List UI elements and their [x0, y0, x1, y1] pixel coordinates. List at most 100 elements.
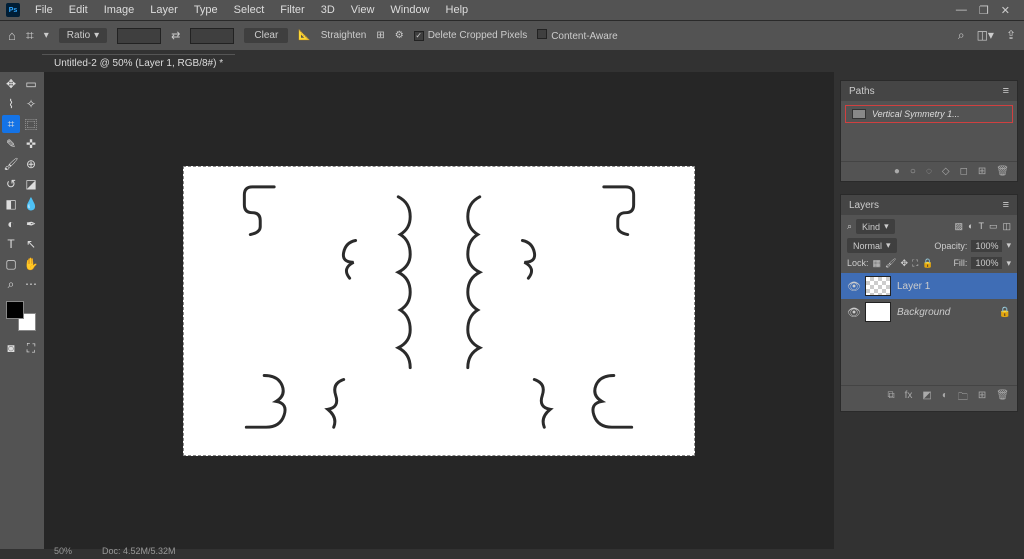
menu-layer[interactable]: Layer [143, 2, 185, 18]
edit-toolbar[interactable]: ⋯ [22, 275, 40, 293]
lock-icon[interactable]: 🔒 [999, 307, 1011, 318]
ratio-dropdown[interactable]: Ratio▾ [59, 28, 107, 43]
menu-select[interactable]: Select [227, 2, 272, 18]
visibility-toggle-icon[interactable]: 👁 [847, 306, 859, 319]
stroke-path-icon[interactable]: ○ [910, 166, 916, 177]
menu-window[interactable]: Window [383, 2, 436, 18]
layers-panel-title[interactable]: Layers [849, 200, 879, 211]
eyedropper-tool[interactable]: ✎ [2, 135, 20, 153]
blend-mode-dropdown[interactable]: Normal▾ [847, 238, 897, 253]
menu-filter[interactable]: Filter [273, 2, 311, 18]
zoom-level[interactable]: 50% [54, 546, 72, 558]
minimize-button[interactable]: — [956, 4, 967, 17]
delete-path-icon[interactable]: 🗑 [996, 166, 1009, 177]
crop-tool-icon[interactable]: ⌗ [26, 27, 34, 44]
hand-tool[interactable]: ✋ [22, 255, 40, 273]
straighten-icon[interactable]: 📐 [298, 30, 310, 41]
quick-mask-tool[interactable]: ◙ [2, 339, 20, 357]
layer-row[interactable]: 👁 Background 🔒 [841, 299, 1017, 325]
maximize-button[interactable]: ❐ [979, 4, 989, 17]
menu-edit[interactable]: Edit [62, 2, 95, 18]
layer-thumbnail[interactable] [865, 302, 891, 322]
load-selection-icon[interactable]: ◌ [926, 166, 932, 177]
marquee-tool[interactable]: ▭ [22, 75, 40, 93]
filter-pixel-icon[interactable]: ▨ [955, 221, 964, 232]
lock-all-icon[interactable]: 🔒 [922, 258, 933, 269]
filter-adjust-icon[interactable]: ◐ [968, 221, 973, 232]
lock-artboard-icon[interactable]: ⛶ [912, 258, 918, 269]
menu-help[interactable]: Help [439, 2, 476, 18]
magic-wand-tool[interactable]: ✧ [22, 95, 40, 113]
menu-3d[interactable]: 3D [314, 2, 342, 18]
menu-image[interactable]: Image [97, 2, 142, 18]
link-layers-icon[interactable]: ⧉ [887, 390, 894, 407]
make-work-path-icon[interactable]: ◇ [942, 166, 950, 177]
adjustment-layer-icon[interactable]: ◐ [942, 390, 948, 407]
lock-position-icon[interactable]: ✥ [900, 258, 908, 269]
menu-view[interactable]: View [344, 2, 382, 18]
filter-smart-icon[interactable]: ◫ [1002, 221, 1011, 232]
close-button[interactable]: ✕ [1001, 4, 1010, 17]
filter-type-icon[interactable]: T [978, 221, 984, 232]
path-select-tool[interactable]: ↖ [22, 235, 40, 253]
content-aware-checkbox[interactable]: Content-Aware [537, 29, 618, 42]
path-item[interactable]: Vertical Symmetry 1... [845, 105, 1013, 123]
zoom-tool[interactable]: ⌕ [2, 275, 20, 293]
overlay-grid-icon[interactable]: ⊞ [376, 30, 384, 41]
add-mask-icon[interactable]: ◻ [960, 166, 968, 177]
clear-button[interactable]: Clear [244, 28, 288, 43]
crop-height-input[interactable] [190, 28, 234, 44]
delete-layer-icon[interactable]: 🗑 [996, 390, 1009, 407]
healing-tool[interactable]: ✜ [22, 135, 40, 153]
crop-width-input[interactable] [117, 28, 161, 44]
menu-file[interactable]: File [28, 2, 60, 18]
layer-kind-dropdown[interactable]: Kind▾ [856, 219, 895, 234]
lock-trans-icon[interactable]: ▦ [873, 258, 882, 269]
new-layer-icon[interactable]: ⊞ [978, 390, 986, 407]
doc-size[interactable]: Doc: 4.52M/5.32M [102, 546, 176, 558]
filter-shape-icon[interactable]: ▭ [989, 221, 998, 232]
fill-path-icon[interactable]: ● [894, 166, 900, 177]
home-icon[interactable]: ⌂ [8, 28, 16, 43]
blur-tool[interactable]: 💧 [22, 195, 40, 213]
fill-value[interactable]: 100% [971, 257, 1002, 269]
foreground-color-swatch[interactable] [6, 301, 24, 319]
menu-type[interactable]: Type [187, 2, 225, 18]
layer-thumbnail[interactable] [865, 276, 891, 296]
layer-name[interactable]: Background [897, 307, 950, 318]
paths-panel-title[interactable]: Paths [849, 86, 875, 97]
swap-dimensions-icon[interactable]: ⇄ [171, 29, 180, 42]
crop-options-icon[interactable]: ⚙ [395, 30, 404, 41]
layer-mask-icon[interactable]: ◩ [922, 390, 931, 407]
crop-tool[interactable]: ⌗ [2, 115, 20, 133]
color-swatches[interactable] [6, 301, 36, 331]
search-icon[interactable]: ⌕ [958, 28, 965, 43]
history-brush-tool[interactable]: ↺ [2, 175, 20, 193]
canvas-area[interactable] [44, 72, 834, 549]
opacity-value[interactable]: 100% [971, 240, 1002, 252]
gradient-tool[interactable]: ◧ [2, 195, 20, 213]
visibility-toggle-icon[interactable]: 👁 [847, 280, 859, 293]
workspace-icon[interactable]: ◫▾ [977, 28, 994, 43]
screen-mode-tool[interactable]: ⛶ [22, 339, 40, 357]
brush-tool[interactable]: 🖌 [2, 155, 20, 173]
layer-row[interactable]: 👁 Layer 1 [841, 273, 1017, 299]
document-tab[interactable]: Untitled-2 @ 50% (Layer 1, RGB/8#) * [42, 54, 235, 72]
lock-paint-icon[interactable]: 🖌 [885, 258, 896, 269]
type-tool[interactable]: T [2, 235, 20, 253]
dodge-tool[interactable]: ◐ [2, 215, 20, 233]
eraser-tool[interactable]: ◪ [22, 175, 40, 193]
layer-style-icon[interactable]: fx [905, 390, 913, 407]
layer-name[interactable]: Layer 1 [897, 281, 930, 292]
document-canvas[interactable] [183, 166, 695, 456]
layer-filter-icon[interactable]: ⌕ [847, 221, 852, 232]
frame-tool[interactable]: ⿴ [22, 115, 40, 133]
move-tool[interactable]: ✥ [2, 75, 20, 93]
pen-tool[interactable]: ✒ [22, 215, 40, 233]
group-icon[interactable]: 🗀 [958, 390, 968, 407]
shape-tool[interactable]: ▢ [2, 255, 20, 273]
layers-panel-menu-icon[interactable]: ≡ [1003, 199, 1009, 211]
paths-panel-menu-icon[interactable]: ≡ [1003, 85, 1009, 97]
clone-stamp-tool[interactable]: ⊕ [22, 155, 40, 173]
new-path-icon[interactable]: ⊞ [978, 166, 986, 177]
